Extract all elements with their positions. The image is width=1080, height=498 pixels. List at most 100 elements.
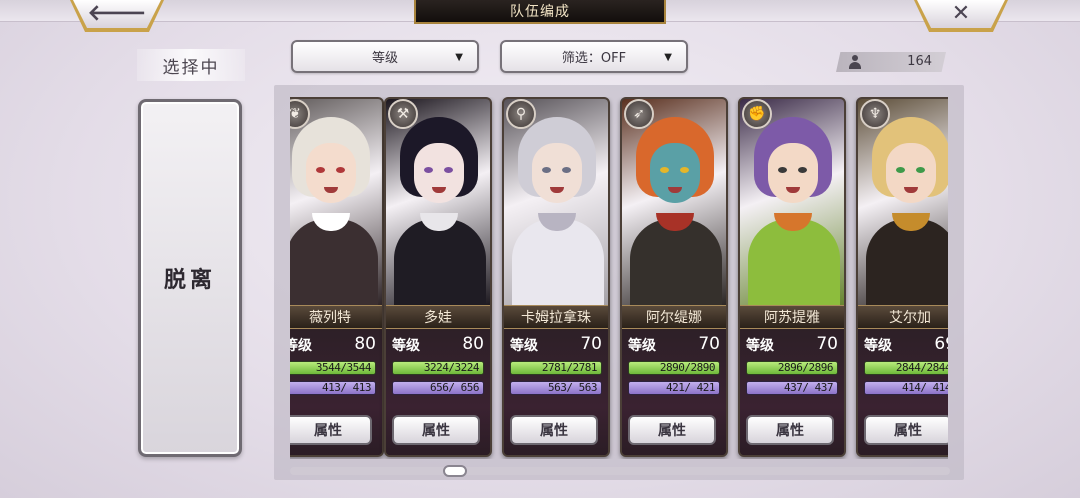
attribute-button[interactable]: 属性 xyxy=(864,415,948,445)
attribute-button[interactable]: 属性 xyxy=(392,415,480,445)
character-name: 艾尔加 xyxy=(858,305,948,329)
attribute-button[interactable]: 属性 xyxy=(628,415,716,445)
level-value: 69 xyxy=(934,334,948,354)
level-row: 等级 70 xyxy=(510,334,602,355)
character-name: 薇列特 xyxy=(290,305,382,329)
unit-count-value: 164 xyxy=(907,54,932,69)
sp-bar: 656/ 656 xyxy=(392,381,484,395)
character-name: 卡姆拉拿珠 xyxy=(504,305,608,329)
character-stats: 等级 70 2781/2781 563/ 563 属性 xyxy=(504,329,608,455)
hp-bar: 2890/2890 xyxy=(628,361,720,375)
sp-text: 437/ 437 xyxy=(784,381,833,394)
character-name: 阿苏提雅 xyxy=(740,305,844,329)
level-label: 等级 xyxy=(628,338,656,354)
filter-dropdown[interactable]: 筛选：OFF ▼ xyxy=(500,40,688,73)
hp-bar: 2896/2896 xyxy=(746,361,838,375)
close-button[interactable]: ✕ xyxy=(917,0,1005,28)
level-row: 等级 80 xyxy=(392,334,484,355)
character-portrait xyxy=(386,99,490,309)
hp-text: 3544/3544 xyxy=(315,361,372,374)
level-value: 70 xyxy=(580,334,602,354)
hp-bar: 3224/3224 xyxy=(392,361,484,375)
character-stats: 等级 70 2896/2896 437/ 437 属性 xyxy=(740,329,844,455)
attribute-button[interactable]: 属性 xyxy=(290,415,372,445)
character-card[interactable]: ❦ 薇列特 等级 80 3544/3544 413/ 413 属性 xyxy=(290,97,384,457)
level-value: 70 xyxy=(816,334,838,354)
arrow-left-icon: 🡐 xyxy=(87,1,147,26)
sort-dropdown-label: 等级 xyxy=(371,51,398,66)
character-card[interactable]: ➶ 阿尔缇娜 等级 70 2890/2890 421/ 421 属性 xyxy=(620,97,728,457)
sp-text: 413/ 413 xyxy=(322,381,371,394)
hammer-icon: ⚒ xyxy=(388,99,418,129)
staff-icon: ⚲ xyxy=(506,99,536,129)
chevron-down-icon: ▼ xyxy=(455,52,463,63)
unit-count: 164 xyxy=(836,52,946,72)
level-label: 等级 xyxy=(864,338,892,354)
attribute-label: 属性 xyxy=(658,423,686,439)
scrollbar-thumb[interactable] xyxy=(442,465,467,477)
character-name: 阿尔缇娜 xyxy=(622,305,726,329)
sp-text: 656/ 656 xyxy=(430,381,479,394)
character-card[interactable]: ⚲ 卡姆拉拿珠 等级 70 2781/2781 563/ 563 属性 xyxy=(502,97,610,457)
character-card-list[interactable]: ❦ 薇列特 等级 80 3544/3544 413/ 413 属性 xyxy=(290,97,948,459)
character-stats: 等级 80 3544/3544 413/ 413 属性 xyxy=(290,329,382,455)
hp-text: 2844/2844 xyxy=(895,361,948,374)
level-value: 80 xyxy=(354,334,376,354)
fist-icon: ✊ xyxy=(742,99,772,129)
level-row: 等级 69 xyxy=(864,334,948,355)
hp-text: 2890/2890 xyxy=(659,361,716,374)
character-card[interactable]: ⚒ 多娃 等级 80 3224/3224 656/ 656 属性 xyxy=(384,97,492,457)
person-icon xyxy=(848,55,862,69)
attribute-label: 属性 xyxy=(776,423,804,439)
level-value: 70 xyxy=(698,334,720,354)
sp-text: 563/ 563 xyxy=(548,381,597,394)
sp-bar: 563/ 563 xyxy=(510,381,602,395)
bow-icon: ➶ xyxy=(624,99,654,129)
back-button[interactable]: 🡐 xyxy=(73,0,161,28)
level-row: 等级 80 xyxy=(290,334,376,355)
character-portrait xyxy=(858,99,948,309)
leave-button[interactable]: 脱离 xyxy=(138,99,242,457)
level-label: 等级 xyxy=(392,338,420,354)
level-label: 等级 xyxy=(290,338,312,354)
character-card[interactable]: ♆ 艾尔加 等级 69 2844/2844 414/ 414 属性 xyxy=(856,97,948,457)
hp-text: 3224/3224 xyxy=(423,361,480,374)
attribute-button[interactable]: 属性 xyxy=(746,415,834,445)
hp-bar: 2781/2781 xyxy=(510,361,602,375)
character-card[interactable]: ✊ 阿苏提雅 等级 70 2896/2896 437/ 437 属性 xyxy=(738,97,846,457)
attribute-label: 属性 xyxy=(314,423,342,439)
sp-text: 421/ 421 xyxy=(666,381,715,394)
level-label: 等级 xyxy=(510,338,538,354)
level-value: 80 xyxy=(462,334,484,354)
sp-bar: 413/ 413 xyxy=(290,381,376,395)
character-stats: 等级 69 2844/2844 414/ 414 属性 xyxy=(858,329,948,455)
character-portrait xyxy=(740,99,844,309)
hp-bar: 3544/3544 xyxy=(290,361,376,375)
attribute-label: 属性 xyxy=(540,423,568,439)
sort-dropdown[interactable]: 等级 ▼ xyxy=(291,40,479,73)
leave-label: 脱离 xyxy=(163,268,216,293)
level-label: 等级 xyxy=(746,338,774,354)
selecting-label: 选择中 xyxy=(137,49,245,81)
character-portrait xyxy=(290,99,382,309)
filter-dropdown-label: 筛选：OFF xyxy=(561,51,627,66)
attribute-label: 属性 xyxy=(422,423,450,439)
attribute-button[interactable]: 属性 xyxy=(510,415,598,445)
character-stats: 等级 70 2890/2890 421/ 421 属性 xyxy=(622,329,726,455)
close-icon: ✕ xyxy=(951,1,971,26)
hp-bar: 2844/2844 xyxy=(864,361,948,375)
character-stats: 等级 80 3224/3224 656/ 656 属性 xyxy=(386,329,490,455)
character-portrait xyxy=(504,99,608,309)
hp-text: 2781/2781 xyxy=(541,361,598,374)
scrollbar-track[interactable] xyxy=(290,467,950,475)
hp-text: 2896/2896 xyxy=(777,361,834,374)
attribute-label: 属性 xyxy=(894,423,922,439)
chevron-down-icon: ▼ xyxy=(664,52,672,63)
level-row: 等级 70 xyxy=(628,334,720,355)
sp-bar: 437/ 437 xyxy=(746,381,838,395)
character-portrait xyxy=(622,99,726,309)
horn-icon: ♆ xyxy=(860,99,890,129)
character-name: 多娃 xyxy=(386,305,490,329)
sp-bar: 414/ 414 xyxy=(864,381,948,395)
page-title: 队伍编成 xyxy=(414,0,666,24)
